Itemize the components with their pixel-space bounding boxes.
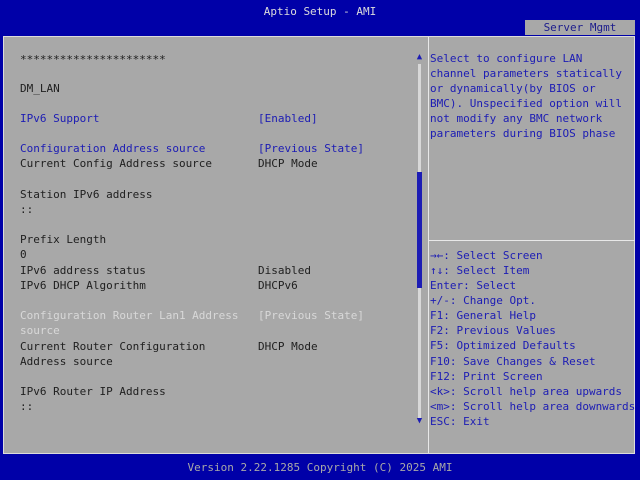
scroll-up-icon[interactable]: ▲ bbox=[415, 52, 424, 62]
current-router-value: DHCP Mode bbox=[258, 340, 318, 353]
ipv6-status-label: IPv6 address status bbox=[20, 264, 146, 277]
help-text-line: or dynamically(by BIOS or bbox=[430, 82, 596, 95]
key-help-f5: F5: Optimized Defaults bbox=[430, 339, 576, 352]
router-ip-label: IPv6 Router IP Address bbox=[20, 385, 166, 398]
current-router-label-line2: Address source bbox=[20, 355, 113, 368]
config-address-source-label[interactable]: Configuration Address source bbox=[20, 142, 205, 156]
key-help-scroll-up: <k>: Scroll help area upwards bbox=[430, 385, 623, 398]
config-router-label-line2: source bbox=[20, 324, 60, 337]
key-help-select-screen: →←: Select Screen bbox=[430, 249, 543, 262]
key-help-select-item: ↑↓: Select Item bbox=[430, 264, 530, 277]
station-ipv6-label: Station IPv6 address bbox=[20, 188, 153, 201]
prefix-length-label: Prefix Length bbox=[20, 233, 107, 246]
prefix-length-value: 0 bbox=[20, 248, 27, 261]
config-router-label: Configuration Router Lan1 Address bbox=[20, 309, 239, 322]
key-help-f2: F2: Previous Values bbox=[430, 324, 556, 337]
section-title: DM_LAN bbox=[20, 82, 60, 95]
help-text-line: channel parameters statically bbox=[430, 67, 623, 80]
key-help-f10: F10: Save Changes & Reset bbox=[430, 355, 596, 368]
ipv6-support-label[interactable]: IPv6 Support bbox=[20, 112, 99, 126]
key-help-f12: F12: Print Screen bbox=[430, 370, 543, 383]
key-help-esc: ESC: Exit bbox=[430, 415, 490, 428]
current-config-address-value: DHCP Mode bbox=[258, 157, 318, 170]
separator-line: ********************** bbox=[20, 53, 166, 66]
config-address-source-value[interactable]: [Previous State] bbox=[258, 142, 364, 156]
key-help-scroll-down: <m>: Scroll help area downwards bbox=[430, 400, 636, 413]
key-help-f1: F1: General Help bbox=[430, 309, 536, 322]
ipv6-dhcp-value: DHCPv6 bbox=[258, 279, 298, 292]
window-title: Aptio Setup - AMI bbox=[263, 5, 377, 18]
help-text-line: Select to configure LAN bbox=[430, 52, 583, 65]
tab-server-mgmt[interactable]: Server Mgmt bbox=[525, 20, 635, 35]
help-divider bbox=[429, 240, 635, 241]
current-config-address-label: Current Config Address source bbox=[20, 157, 213, 170]
ipv6-status-value: Disabled bbox=[258, 264, 311, 277]
help-text-line: BMC). Unspecified option will bbox=[430, 97, 623, 110]
key-help-change-opt: +/-: Change Opt. bbox=[430, 294, 536, 307]
station-ipv6-value: :: bbox=[20, 203, 34, 216]
ipv6-support-value[interactable]: [Enabled] bbox=[258, 112, 318, 126]
scroll-down-icon[interactable]: ▼ bbox=[415, 416, 424, 426]
help-text-line: parameters during BIOS phase bbox=[430, 127, 616, 140]
current-router-label: Current Router Configuration bbox=[20, 340, 206, 353]
setup-frame: ********************** DM_LAN IPv6 Suppo… bbox=[3, 36, 635, 454]
key-help-enter: Enter: Select bbox=[430, 279, 517, 292]
footer-version: Version 2.22.1285 Copyright (C) 2025 AMI bbox=[187, 461, 453, 474]
router-ip-value: :: bbox=[20, 400, 34, 413]
panel-divider bbox=[428, 37, 429, 453]
ipv6-dhcp-label: IPv6 DHCP Algorithm bbox=[20, 279, 146, 292]
scrollbar-thumb[interactable] bbox=[417, 172, 422, 288]
config-router-value: [Previous State] bbox=[258, 309, 364, 322]
help-text-line: not modify any BMC network bbox=[430, 112, 603, 125]
